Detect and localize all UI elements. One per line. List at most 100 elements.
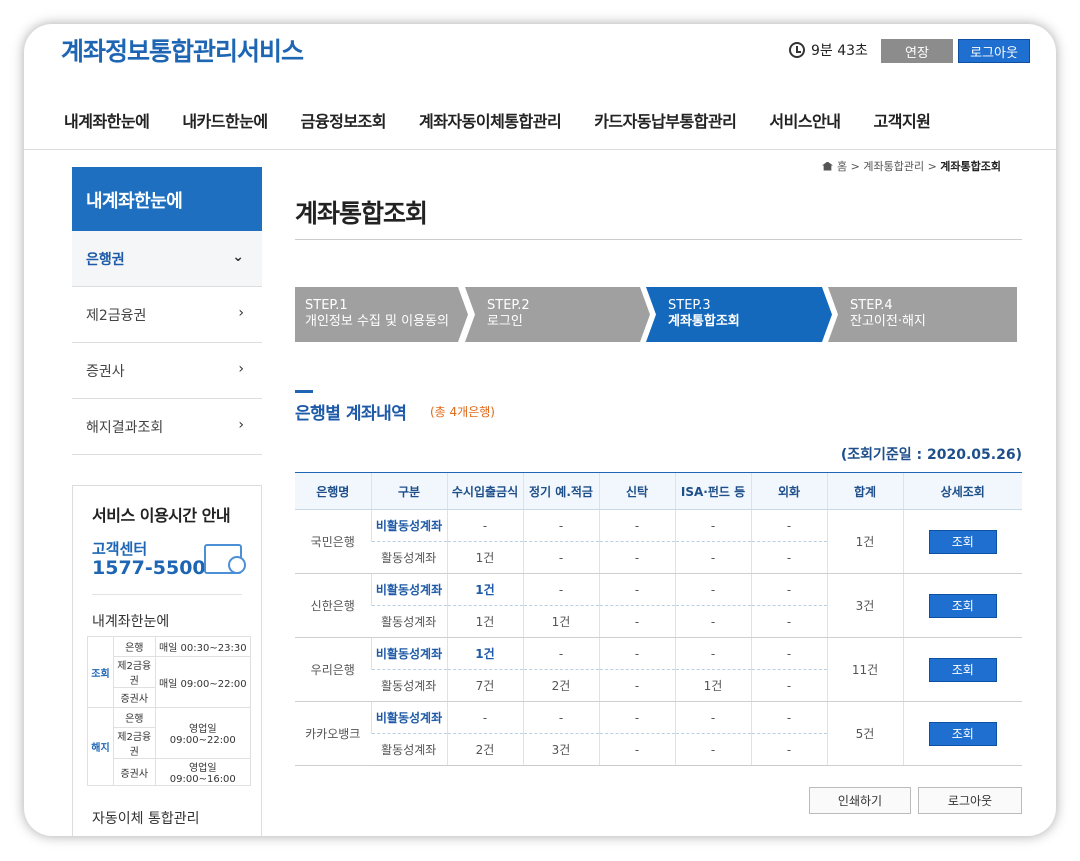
column-header: 상세조회 [902, 472, 1022, 510]
view-detail-button[interactable]: 조회 [928, 721, 997, 746]
value-cell: - [446, 701, 523, 734]
account-type-cell[interactable]: 비활동성계좌 [370, 573, 447, 606]
view-detail-button[interactable]: 조회 [928, 593, 997, 618]
table-row: 국민은행 비활동성계좌 - - - - - 1건 조회 [295, 509, 1022, 574]
value-cell: - [750, 637, 827, 670]
chevron-right-icon: › [238, 417, 244, 433]
sidebar-item-label: 증권사 [86, 364, 125, 380]
value-cell: - [750, 669, 827, 702]
logout-button[interactable]: 로그아웃 [958, 39, 1030, 63]
value-cell: - [674, 509, 751, 542]
account-type-cell[interactable]: 비활동성계좌 [370, 701, 447, 734]
bank-name-cell: 카카오뱅크 [295, 701, 371, 766]
institution-cell: 증권사 [113, 758, 156, 786]
sidebar-item-label: 은행권 [86, 252, 125, 268]
breadcrumb-level1[interactable]: 계좌통합관리 [863, 158, 924, 174]
chevron-down-icon: ⌄ [232, 249, 244, 265]
table-row: 카카오뱅크 비활동성계좌 - - - - - 5건 조회 [295, 701, 1022, 766]
column-header: 합계 [826, 472, 903, 510]
nav-item-my-cards[interactable]: 내카드한눈에 [182, 108, 268, 132]
value-cell: 2건 [522, 669, 599, 702]
service-sub-title: 내계좌한눈에 [92, 614, 170, 630]
browser-frame: 계좌정보통합관리서비스 9분 43초 연장 로그아웃 내계좌한눈에 내카드한눈에… [24, 24, 1056, 836]
table-row: 우리은행 비활동성계좌 1건 - - - - 11건 조회 [295, 637, 1022, 702]
value-cell: 1건 [522, 605, 599, 638]
bank-name-cell: 국민은행 [295, 509, 371, 574]
sidebar-item-label: 해지결과조회 [86, 420, 164, 436]
value-cell: 1건 [446, 541, 523, 574]
chevron-right-icon: › [238, 361, 244, 377]
nav-item-customer-support[interactable]: 고객지원 [874, 108, 931, 132]
value-cell: - [674, 637, 751, 670]
value-cell[interactable]: 1건 [446, 637, 523, 670]
customer-center-label: 고객센터 [92, 540, 148, 558]
step-indicator: STEP.1 개인정보 수집 및 이용동의 STEP.2 로그인 STEP.3 … [295, 287, 1017, 342]
view-detail-button[interactable]: 조회 [928, 529, 997, 554]
step-3-active: STEP.3 계좌통합조회 [646, 287, 832, 342]
sidebar-item-termination-result[interactable]: 해지결과조회 › [72, 399, 262, 455]
institution-cell: 제2금융권 [113, 656, 156, 688]
step-4: STEP.4 잔고이전·해지 [828, 287, 1017, 342]
chevron-right-icon: › [238, 305, 244, 321]
extend-session-button[interactable]: 연장 [881, 39, 953, 63]
value-cell: - [674, 701, 751, 734]
value-cell: - [522, 637, 599, 670]
category-cell: 해지 [87, 707, 114, 786]
value-cell: - [674, 573, 751, 606]
value-cell: - [674, 733, 751, 766]
value-cell: - [598, 541, 675, 574]
breadcrumb-home[interactable]: 홈 [837, 158, 847, 174]
service-hours-title: 서비스 이용시간 안내 [92, 506, 231, 525]
home-icon[interactable] [822, 161, 833, 171]
detail-cell: 조회 [902, 637, 1022, 702]
bank-name-cell: 신한은행 [295, 573, 371, 638]
bank-count: (총 4개은행) [430, 405, 495, 419]
value-cell: - [750, 733, 827, 766]
value-cell: - [598, 509, 675, 542]
institution-cell: 은행 [113, 707, 156, 728]
nav-item-service-info[interactable]: 서비스안내 [769, 108, 841, 132]
nav-item-card-auto-pay[interactable]: 카드자동납부통합관리 [594, 108, 737, 132]
service-hours-table: 조회 은행 매일 00:30~23:30 제2금융권 매일 09:00~22:0… [87, 636, 252, 786]
detail-cell: 조회 [902, 573, 1022, 638]
value-cell: - [598, 605, 675, 638]
account-table: 은행명 구분 수시입출금식 정기 예.적금 신탁 ISA·펀드 등 외화 합계 … [295, 472, 1022, 766]
value-cell: - [522, 573, 599, 606]
total-cell: 3건 [826, 573, 903, 638]
print-button[interactable]: 인쇄하기 [809, 787, 911, 814]
sidebar-item-securities[interactable]: 증권사 › [72, 343, 262, 399]
value-cell: - [750, 605, 827, 638]
column-header: 수시입출금식 [446, 472, 523, 510]
account-type-cell[interactable]: 비활동성계좌 [370, 637, 447, 670]
logout-bottom-button[interactable]: 로그아웃 [918, 787, 1022, 814]
auto-transfer-link[interactable]: 자동이체 통합관리 [92, 808, 200, 828]
time-cell: 영업일 09:00~16:00 [154, 758, 252, 786]
global-nav: 내계좌한눈에 내카드한눈에 금융정보조회 계좌자동이체통합관리 카드자동납부통합… [64, 108, 963, 132]
sidebar-item-bank[interactable]: 은행권 ⌄ [72, 231, 262, 287]
value-cell[interactable]: 1건 [446, 573, 523, 606]
step-label: 잔고이전·해지 [850, 314, 926, 329]
site-logo[interactable]: 계좌정보통합관리서비스 [61, 32, 304, 68]
bank-name-cell: 우리은행 [295, 637, 371, 702]
service-hours-box: 서비스 이용시간 안내 고객센터 1577-5500 내계좌한눈에 조회 은행 … [72, 485, 262, 836]
view-detail-button[interactable]: 조회 [928, 657, 997, 682]
nav-item-auto-transfer[interactable]: 계좌자동이체통합관리 [419, 108, 562, 132]
column-header: 신탁 [598, 472, 675, 510]
sidebar-item-2nd-financial[interactable]: 제2금융권 › [72, 287, 262, 343]
value-cell: 3건 [522, 733, 599, 766]
title-divider [295, 239, 1022, 240]
divider [92, 594, 242, 595]
value-cell: - [674, 541, 751, 574]
value-cell: - [750, 509, 827, 542]
nav-item-financial-info[interactable]: 금융정보조회 [301, 108, 387, 132]
account-type-cell[interactable]: 비활동성계좌 [370, 509, 447, 542]
session-timer: 9분 43초 [789, 40, 868, 60]
section-mark [295, 390, 313, 393]
value-cell: - [750, 701, 827, 734]
customer-center-phone: 1577-5500 [92, 557, 206, 579]
detail-cell: 조회 [902, 701, 1022, 766]
nav-item-my-accounts[interactable]: 내계좌한눈에 [64, 108, 150, 132]
institution-cell: 증권사 [113, 687, 156, 708]
time-cell: 매일 09:00~22:00 [154, 656, 252, 708]
value-cell: - [750, 541, 827, 574]
